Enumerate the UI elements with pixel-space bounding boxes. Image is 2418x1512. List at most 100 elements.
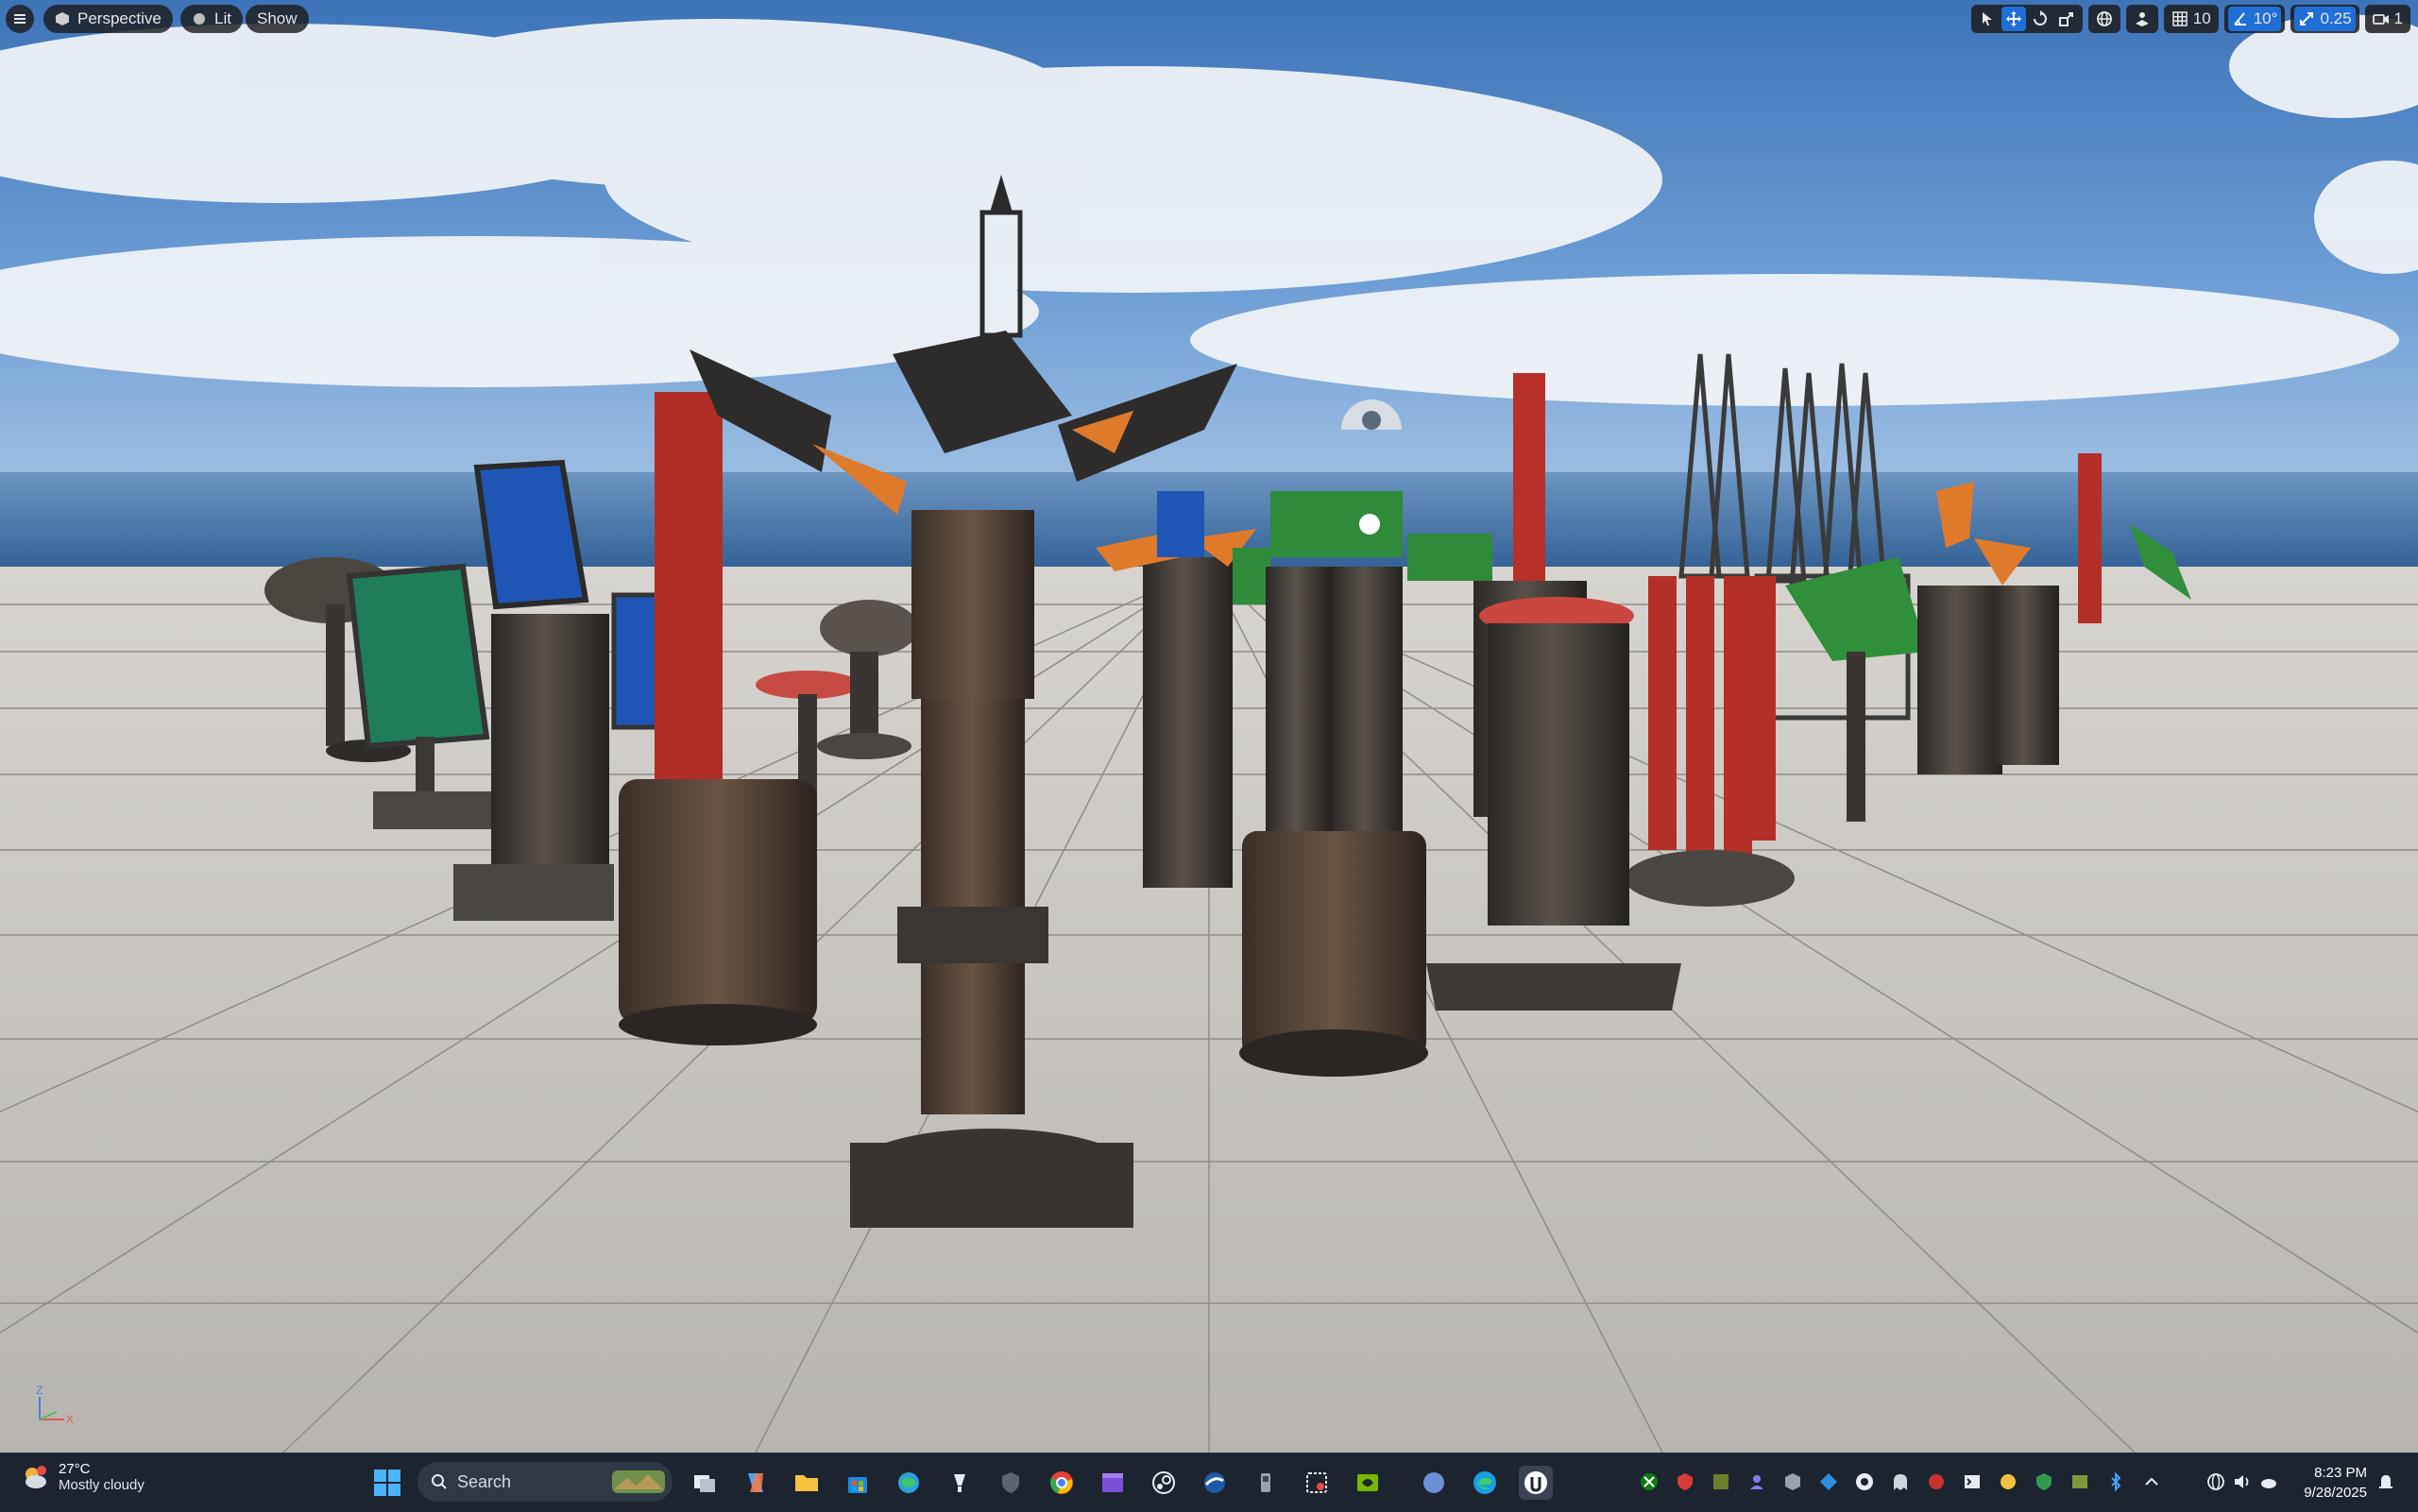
grid-snap-button[interactable]: 10: [2168, 7, 2215, 31]
rotate-icon: [2033, 10, 2047, 25]
show-label: Show: [257, 9, 298, 27]
grid-snap-group: 10: [2163, 5, 2219, 33]
clock-date: 9/28/2025: [2304, 1485, 2367, 1501]
xbox-icon: [1641, 1473, 1658, 1490]
windows-taskbar: 27°C Mostly cloudy Search 8:23 PM 9/28/2…: [0, 1453, 2418, 1512]
app-orb-icon: [1204, 1472, 1225, 1493]
copilot-icon: [748, 1473, 763, 1492]
camera-speed-value: 1: [2393, 9, 2403, 27]
cube-tray-icon: [1785, 1473, 1800, 1490]
copilot-app[interactable]: [739, 1466, 773, 1500]
tray-app-6[interactable]: [1853, 1470, 1876, 1493]
globe-browser-icon: [898, 1472, 919, 1493]
hamburger-menu-icon: [14, 14, 26, 24]
tray-app-8[interactable]: [1925, 1470, 1948, 1493]
tray-app-11[interactable]: [2033, 1470, 2055, 1493]
unreal-engine-icon: [1524, 1471, 1547, 1494]
axis-label-z: Z: [36, 1384, 43, 1397]
move-arrows-icon: [2005, 11, 2021, 26]
file-explorer-app[interactable]: [790, 1466, 824, 1500]
pinned-app-lamp[interactable]: [943, 1466, 977, 1500]
select-mode-button[interactable]: [1975, 7, 2000, 31]
tray-battery[interactable]: [2257, 1470, 2280, 1493]
edge-icon: [1473, 1471, 1496, 1494]
scene-render[interactable]: [0, 0, 2418, 1453]
view-mode-label: Perspective: [77, 9, 162, 27]
rotate-mode-button[interactable]: [2028, 7, 2052, 31]
nvidia-app[interactable]: [1351, 1466, 1385, 1500]
tray-app-4[interactable]: [1781, 1470, 1804, 1493]
device-icon: [1261, 1473, 1270, 1492]
scale-snap-group: 0.25: [2290, 5, 2359, 33]
github-icon: [1856, 1473, 1873, 1490]
volume-icon: [2235, 1475, 2249, 1488]
edge-app[interactable]: [1468, 1466, 1502, 1500]
taskbar-search-box[interactable]: Search: [417, 1462, 673, 1502]
search-icon: [432, 1474, 447, 1489]
people-icon: [1750, 1475, 1763, 1489]
pinned-app-circle[interactable]: [1417, 1466, 1451, 1500]
yellow-circle-icon: [2001, 1474, 2016, 1489]
tray-xbox[interactable]: [1638, 1470, 1660, 1493]
red-shield-icon: [1677, 1473, 1693, 1490]
rotation-snap-button[interactable]: 10°: [2227, 7, 2282, 31]
camera-speed-group: 1: [2364, 5, 2410, 33]
app-circle-icon: [1423, 1472, 1444, 1493]
tray-app-3[interactable]: [1745, 1470, 1768, 1493]
pinned-app-shield[interactable]: [994, 1466, 1028, 1500]
ghost-icon: [1894, 1474, 1907, 1490]
taskbar-clock[interactable]: 8:23 PM 9/28/2025: [2304, 1463, 2367, 1503]
scale-snap-button[interactable]: 0.25: [2294, 7, 2356, 31]
world-space-button[interactable]: [2092, 7, 2117, 31]
windows-start-button[interactable]: [370, 1466, 404, 1500]
camera-speed-button[interactable]: 1: [2369, 7, 2407, 31]
surface-snapping-button[interactable]: [2130, 7, 2154, 31]
prop-twin-cylinders[interactable]: [1239, 567, 1428, 1077]
lamp-icon: [954, 1474, 965, 1492]
view-mode-button[interactable]: Perspective: [43, 5, 173, 33]
tray-app-7[interactable]: [1889, 1470, 1912, 1493]
weather-description: Mostly cloudy: [59, 1477, 145, 1493]
folder-icon: [795, 1475, 818, 1491]
task-view-icon: [694, 1475, 715, 1492]
image-app-icon: [2072, 1475, 2087, 1488]
chevron-up-icon: [2145, 1477, 2158, 1486]
chrome-app[interactable]: [1045, 1466, 1079, 1500]
rotation-snap-group: 10°: [2223, 5, 2286, 33]
tray-app-1[interactable]: [1674, 1470, 1696, 1493]
tray-app-9[interactable]: [1961, 1470, 1984, 1493]
scale-snap-value: 0.25: [2320, 9, 2352, 27]
tray-app-10[interactable]: [1997, 1470, 2019, 1493]
diamond-icon: [1820, 1473, 1837, 1490]
scale-icon: [2058, 12, 2073, 26]
task-view-button[interactable]: [688, 1466, 722, 1500]
weather-widget[interactable]: 27°C Mostly cloudy: [21, 1461, 145, 1493]
tray-app-2[interactable]: [1710, 1470, 1732, 1493]
pinned-app-clapper[interactable]: [1096, 1466, 1130, 1500]
tray-app-12[interactable]: [2069, 1470, 2091, 1493]
pinned-app-device[interactable]: [1249, 1466, 1283, 1500]
surface-snap-group: [2125, 5, 2158, 33]
tray-volume[interactable]: [2231, 1470, 2254, 1493]
level-viewport[interactable]: Perspective Lit Show 10 10° 0.25 1 Z X: [0, 0, 2418, 1453]
weather-temperature: 27°C: [59, 1461, 91, 1477]
search-placeholder: Search: [457, 1471, 512, 1491]
show-flags-button[interactable]: Show: [246, 5, 309, 33]
unreal-engine-app[interactable]: [1519, 1466, 1553, 1500]
steam-app[interactable]: [1147, 1466, 1181, 1500]
translate-mode-button[interactable]: [2001, 7, 2026, 31]
microsoft-store-app[interactable]: [841, 1466, 875, 1500]
browser-app[interactable]: [892, 1466, 926, 1500]
pinned-app-blue[interactable]: [1198, 1466, 1232, 1500]
nvidia-icon: [1357, 1474, 1378, 1491]
tray-app-14[interactable]: [2140, 1470, 2163, 1493]
tray-app-13[interactable]: [2104, 1470, 2127, 1493]
notifications-button[interactable]: [2375, 1470, 2397, 1493]
pinned-app-snip[interactable]: [1300, 1466, 1334, 1500]
tray-network[interactable]: [2205, 1470, 2227, 1493]
lighting-mode-button[interactable]: Lit: [180, 5, 243, 33]
scale-mode-button[interactable]: [2054, 7, 2079, 31]
tray-app-5[interactable]: [1817, 1470, 1840, 1493]
grid-icon: [2172, 11, 2188, 26]
viewport-menu-button[interactable]: [6, 5, 34, 33]
